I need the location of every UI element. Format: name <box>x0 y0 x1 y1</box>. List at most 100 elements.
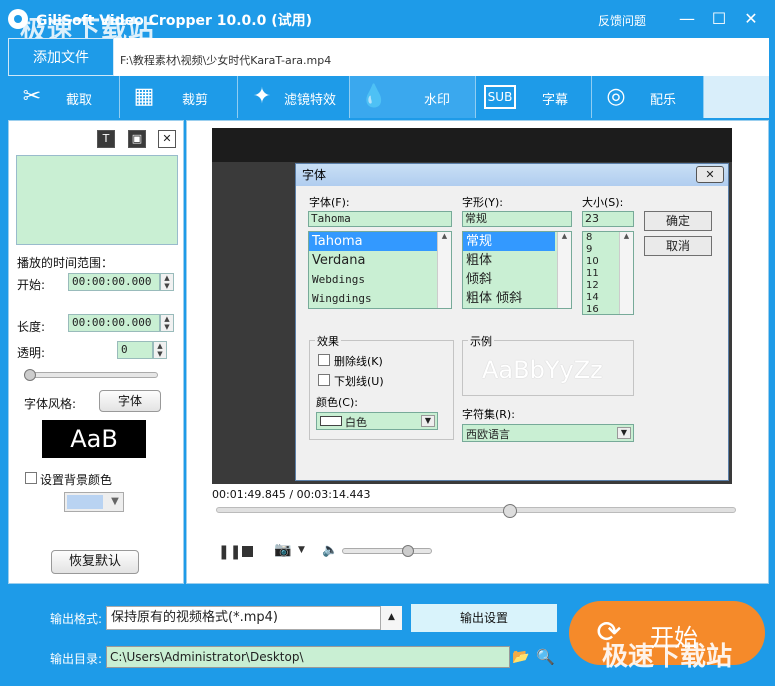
font-size-input[interactable]: 23 <box>582 211 634 227</box>
pause-icon[interactable]: ❚❚ <box>218 544 241 560</box>
watermark-preview <box>16 155 178 245</box>
list-item[interactable]: 倾斜 <box>463 270 571 289</box>
list-item[interactable]: Webdings <box>309 270 451 289</box>
tab-label: 字幕 <box>542 93 569 108</box>
tab-label: 截取 <box>66 93 93 108</box>
drop-icon: 💧 <box>360 84 388 109</box>
output-dir-input[interactable]: C:\Users\Administrator\Desktop\ <box>106 646 510 668</box>
volume-slider[interactable] <box>342 548 432 554</box>
font-dialog-title: 字体 <box>296 164 728 186</box>
folder-icon[interactable]: 📂 <box>512 646 530 668</box>
length-time-input[interactable]: 00:00:00.000 <box>68 314 160 332</box>
playback-time: 00:01:49.845 / 00:03:14.443 <box>212 488 371 501</box>
delete-icon[interactable]: ✕ <box>158 130 176 148</box>
snapshot-menu-chevron-icon[interactable]: ▼ <box>298 545 305 555</box>
font-sample: AaB <box>42 420 146 458</box>
tab-label: 裁剪 <box>182 93 209 108</box>
font-style-label: 字形(Y): <box>462 196 504 209</box>
sample-label: 示例 <box>468 333 494 349</box>
list-item[interactable]: Tahoma <box>309 232 451 251</box>
list-item[interactable]: 粗体 倾斜 <box>463 289 571 308</box>
underline-label: 下划线(U) <box>334 375 384 388</box>
color-label: 颜色(C): <box>316 396 358 409</box>
add-file-button[interactable]: 添加文件 <box>8 38 114 76</box>
volume-slider-knob[interactable] <box>402 545 414 557</box>
dialog-close-icon[interactable]: ✕ <box>696 166 724 183</box>
color-select[interactable]: 白色 ▼ <box>316 412 438 430</box>
chevron-down-icon: ▼ <box>421 415 435 427</box>
tab-label: 配乐 <box>650 93 677 108</box>
tab-filters[interactable]: ✦ 滤镜特效 <box>238 76 350 118</box>
size-list-scrollbar[interactable]: ▲ <box>619 232 633 314</box>
output-settings-button[interactable]: 输出设置 <box>411 604 557 632</box>
subtitle-icon: SUB <box>484 85 516 109</box>
opacity-input[interactable]: 0 <box>117 341 153 359</box>
charset-select[interactable]: 西欧语言 ▼ <box>462 424 634 442</box>
font-button[interactable]: 字体 <box>99 390 161 412</box>
seek-bar[interactable] <box>216 507 736 513</box>
effects-label: 效果 <box>315 333 341 349</box>
style-list-scrollbar[interactable]: ▲ <box>557 232 571 308</box>
tab-crop[interactable]: ▦ 裁剪 <box>120 76 238 118</box>
stars-icon: ✦ <box>252 84 272 109</box>
start-label: 开始: <box>17 278 46 292</box>
font-name-list[interactable]: Tahoma Verdana Webdings Wingdings ▲ <box>308 231 452 309</box>
output-format-select[interactable]: 保持原有的视频格式(*.mp4) <box>106 606 402 630</box>
bg-color-checkbox[interactable] <box>25 472 37 484</box>
underline-checkbox[interactable] <box>318 374 330 386</box>
snapshot-icon[interactable]: 📷 <box>274 542 291 558</box>
list-item[interactable]: 常规 <box>463 232 555 251</box>
close-icon[interactable]: ✕ <box>740 8 762 30</box>
chevron-down-icon: ▼ <box>111 496 119 507</box>
charset-value: 西欧语言 <box>466 428 510 441</box>
font-name-input[interactable]: Tahoma <box>308 211 452 227</box>
color-swatch <box>320 416 342 426</box>
maximize-icon[interactable]: ☐ <box>708 8 730 30</box>
opacity-stepper[interactable]: ▲ ▼ <box>153 341 167 359</box>
volume-icon[interactable]: 🔈 <box>322 543 338 558</box>
seek-knob[interactable] <box>503 504 517 518</box>
list-item[interactable]: Wingdings <box>309 289 451 308</box>
tab-audio[interactable]: ◎ 配乐 <box>592 76 704 118</box>
length-time-stepper[interactable]: ▲ ▼ <box>160 314 174 332</box>
tab-watermark[interactable]: 💧 水印 <box>350 76 476 118</box>
add-text-icon[interactable]: T <box>97 130 115 148</box>
length-label: 长度: <box>17 320 46 334</box>
time-range-label: 播放的时间范围： <box>17 256 114 270</box>
bg-color-swatch <box>67 495 103 509</box>
audio-icon: ◎ <box>606 84 626 109</box>
minimize-icon[interactable]: — <box>676 8 698 30</box>
font-style-list[interactable]: 常规 粗体 倾斜 粗体 倾斜 ▲ <box>462 231 572 309</box>
chevron-down-icon: ▼ <box>617 427 631 439</box>
font-size-list[interactable]: 8 9 10 11 12 14 16 ▲ <box>582 231 634 315</box>
search-icon[interactable]: 🔍 <box>536 646 556 668</box>
tab-label: 滤镜特效 <box>284 93 337 108</box>
font-name-label: 字体(F): <box>309 196 350 209</box>
start-time-input[interactable]: 00:00:00.000 <box>68 273 160 291</box>
list-item[interactable]: 粗体 <box>463 251 571 270</box>
list-item[interactable]: Verdana <box>309 251 451 270</box>
tab-label: 水印 <box>424 93 451 108</box>
scissors-icon: ✂ <box>22 84 42 109</box>
strikeout-checkbox[interactable] <box>318 354 330 366</box>
opacity-slider[interactable] <box>24 372 158 378</box>
start-time-stepper[interactable]: ▲ ▼ <box>160 273 174 291</box>
font-style-input[interactable]: 常规 <box>462 211 572 227</box>
output-dir-label: 输出目录: <box>50 652 103 666</box>
bg-color-label: 设置背景颜色 <box>40 473 113 487</box>
stop-icon[interactable] <box>242 546 253 557</box>
font-list-scrollbar[interactable]: ▲ <box>437 232 451 308</box>
ok-button[interactable]: 确定 <box>644 211 712 231</box>
opacity-slider-knob[interactable] <box>24 369 36 381</box>
opacity-label: 透明: <box>17 346 46 360</box>
font-style-label: 字体风格: <box>24 397 77 411</box>
add-image-icon[interactable]: ▣ <box>128 130 146 148</box>
cancel-button[interactable]: 取消 <box>644 236 712 256</box>
site-watermark-bottom: 极速下载站 <box>602 642 733 672</box>
bg-color-picker[interactable]: ▼ <box>64 492 124 512</box>
feedback-link[interactable]: 反馈问题 <box>598 12 646 29</box>
tab-trim[interactable]: ✂ 截取 <box>8 76 120 118</box>
chevron-up-icon[interactable]: ▲ <box>380 606 402 630</box>
tab-subtitle[interactable]: SUB 字幕 <box>476 76 592 118</box>
restore-default-button[interactable]: 恢复默认 <box>51 550 139 574</box>
